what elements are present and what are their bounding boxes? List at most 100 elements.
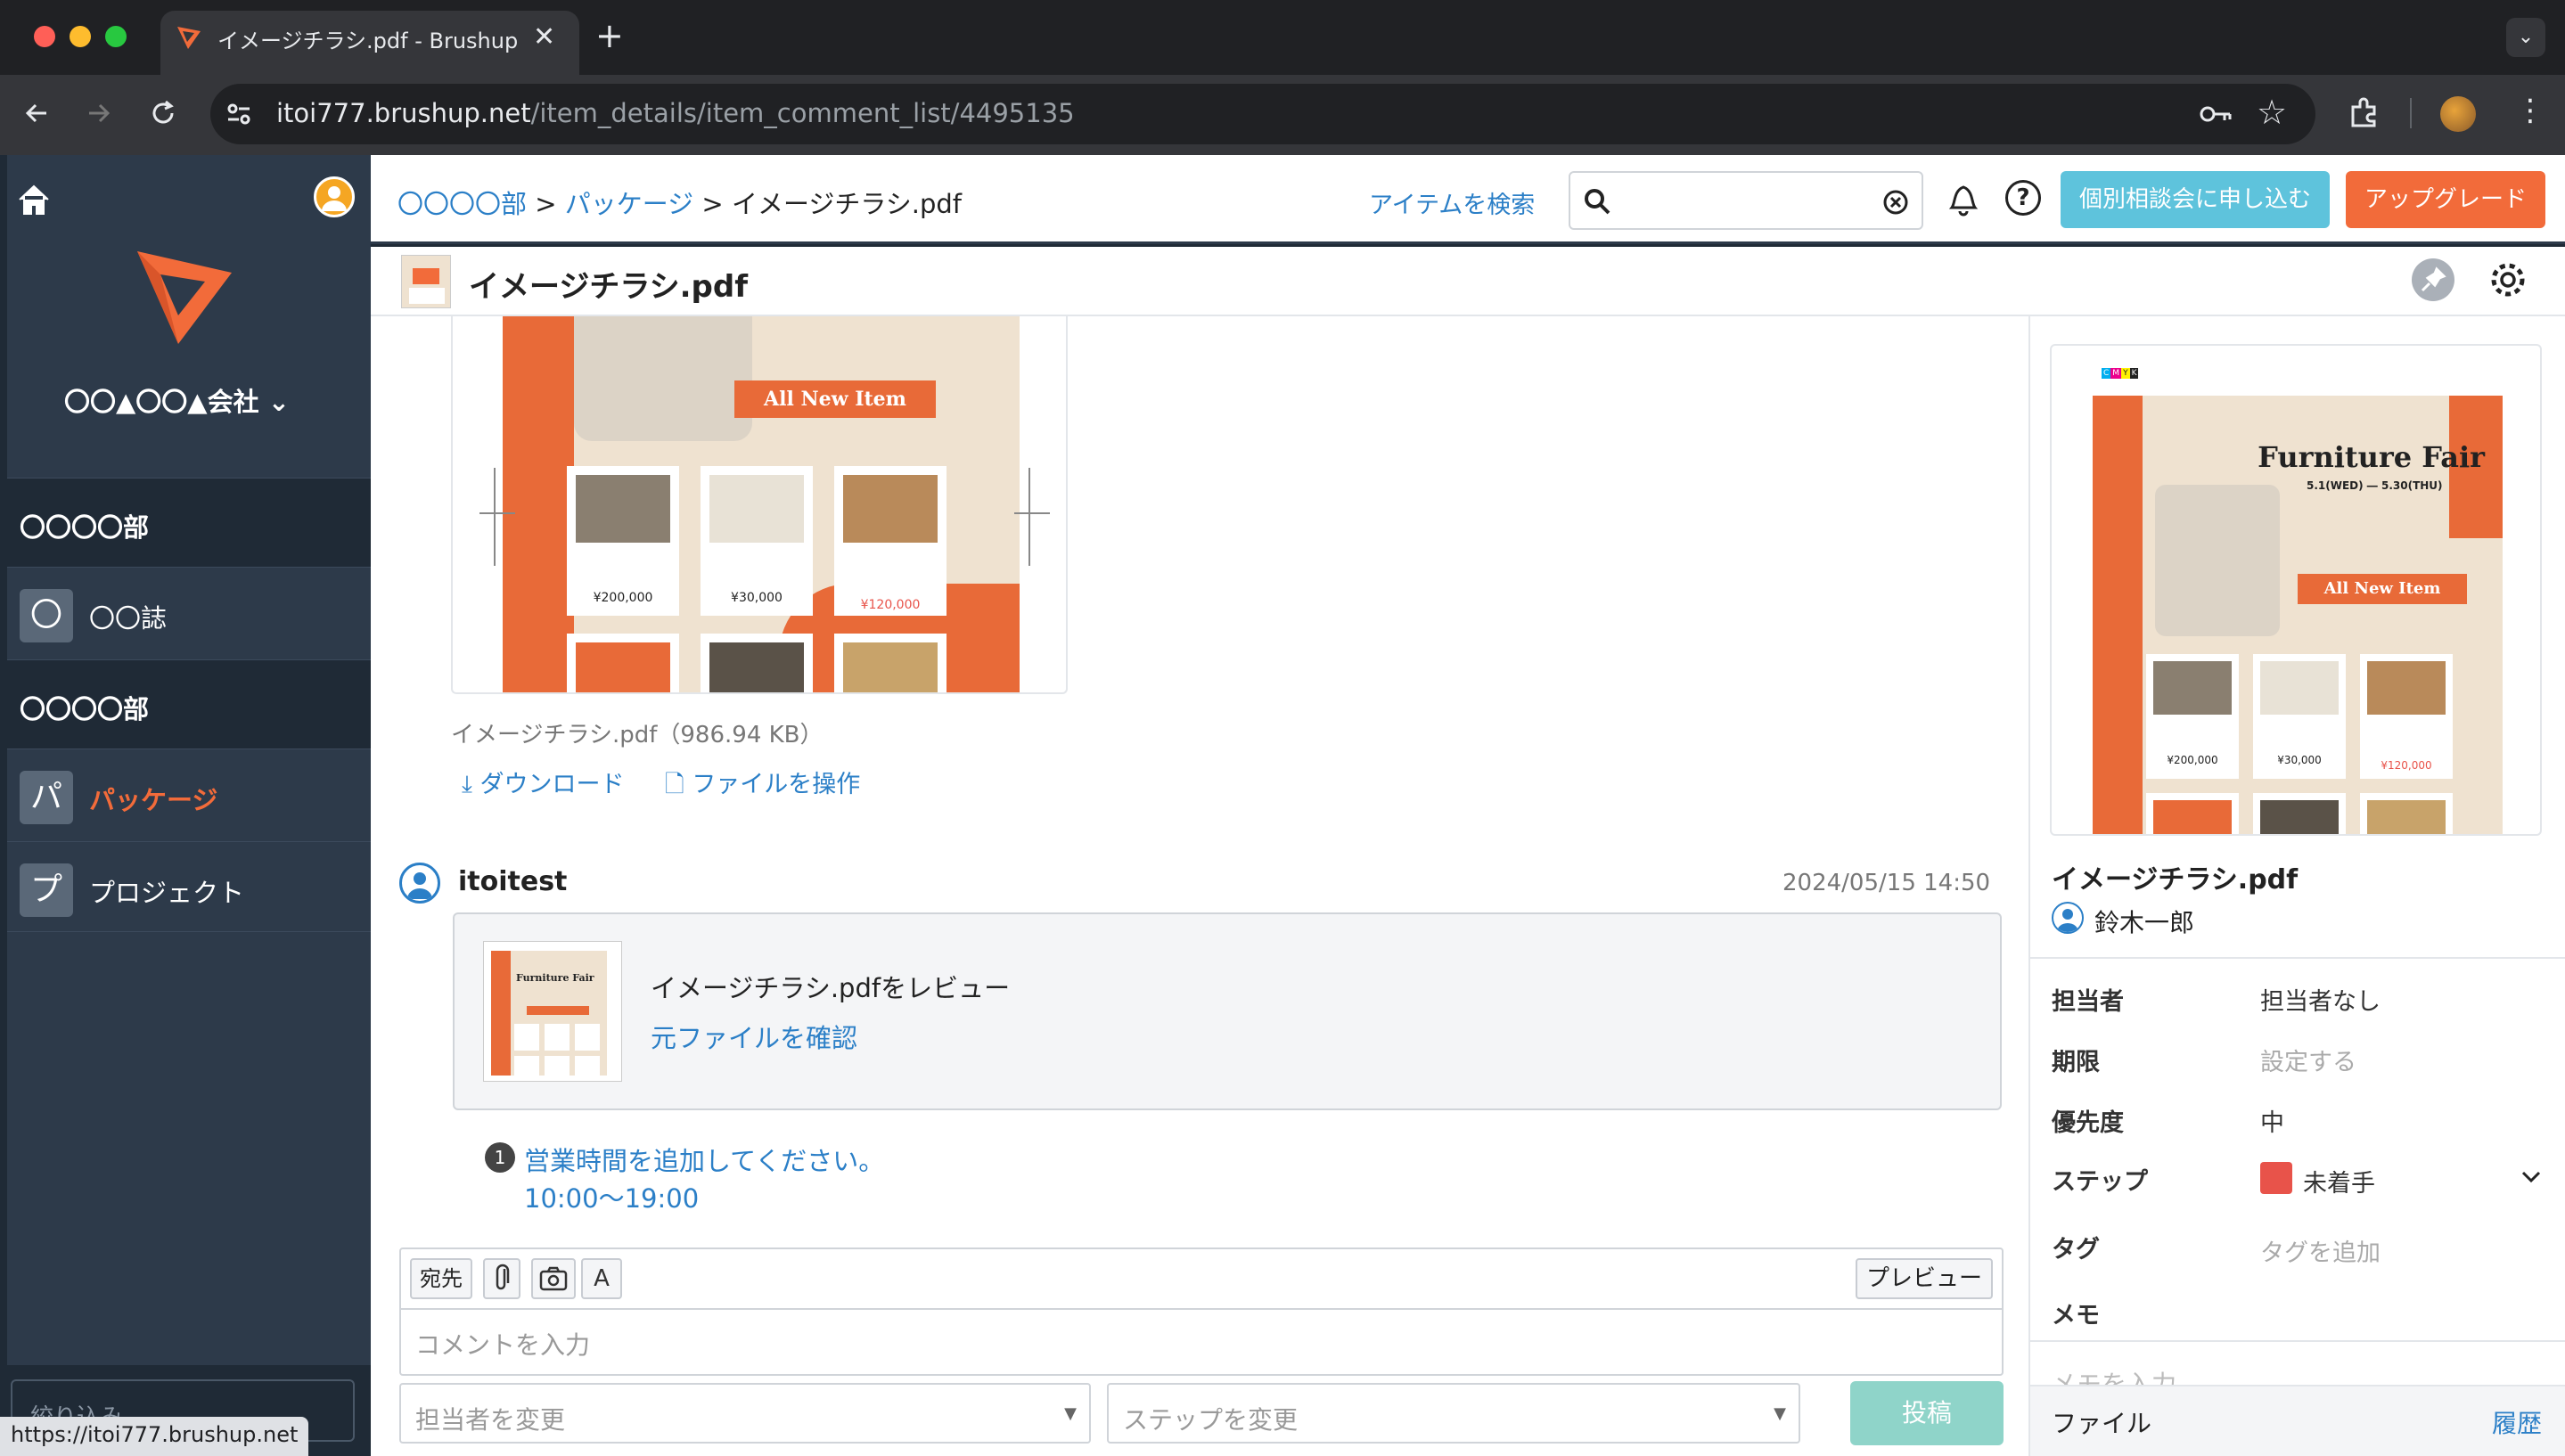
profile-avatar[interactable] xyxy=(2440,96,2476,132)
breadcrumb-current: イメージチラシ.pdf xyxy=(731,189,963,219)
file-operate-link[interactable]: 🗋 ファイルを操作 xyxy=(665,765,860,808)
file-icon: 🗋 xyxy=(665,771,684,798)
flyer-product-card: ¥120,000 xyxy=(834,466,947,616)
view-original-link[interactable]: 元ファイルを確認 xyxy=(651,1018,857,1055)
flyer-headline: Furniture Fair xyxy=(2258,440,2485,474)
assignee-value[interactable]: 担当者なし xyxy=(2260,982,2381,1017)
bookmark-star-icon[interactable]: ☆ xyxy=(2257,93,2287,132)
tab-close-icon[interactable]: ✕ xyxy=(533,21,555,53)
step-color-swatch xyxy=(2260,1162,2292,1194)
step-select[interactable]: ステップを変更 ▼ xyxy=(1107,1383,1800,1444)
flyer-banner: All New Item xyxy=(734,380,936,418)
download-label: ダウンロード xyxy=(479,771,625,798)
help-icon[interactable]: ? xyxy=(2005,180,2041,216)
assignee-select[interactable]: 担当者を変更 ▼ xyxy=(399,1383,1091,1444)
step-value[interactable]: 未着手 xyxy=(2303,1164,2375,1198)
search-input[interactable] xyxy=(1569,171,1923,230)
notification-bell-icon[interactable] xyxy=(1945,178,1982,219)
window-maximize-button[interactable] xyxy=(105,26,127,47)
flyer-product-card: ¥30,000 xyxy=(701,466,813,616)
page-title: イメージチラシ.pdf xyxy=(469,269,749,305)
composer-divider xyxy=(399,1308,2004,1310)
sidebar-section-1[interactable]: 〇〇〇〇部 xyxy=(7,478,371,567)
tab-search-chevron-icon[interactable]: ⌄ xyxy=(2506,18,2545,57)
user-avatar[interactable] xyxy=(314,176,355,217)
sidebar-item-label: プロジェクト xyxy=(89,878,245,908)
comment-username: itoitest xyxy=(458,866,568,897)
settings-gear-icon[interactable] xyxy=(2487,258,2529,301)
file-preview[interactable]: All New Item ¥200,000 ¥30,000 ¥120,000 xyxy=(451,316,1068,694)
priority-value[interactable]: 中 xyxy=(2260,1103,2284,1138)
due-date-label: 期限 xyxy=(2052,1049,2100,1076)
history-link[interactable]: 履歴 xyxy=(2492,1404,2542,1440)
breadcrumb-separator: > xyxy=(701,189,724,219)
site-settings-icon[interactable] xyxy=(223,98,255,130)
annotation-text-line2[interactable]: 10:00〜19:00 xyxy=(524,1178,699,1215)
due-date-value[interactable]: 設定する xyxy=(2260,1043,2356,1077)
post-button[interactable]: 投稿 xyxy=(1850,1381,2004,1445)
comment-timestamp: 2024/05/15 14:50 xyxy=(1782,870,1991,896)
extensions-icon[interactable] xyxy=(2348,96,2381,130)
window-minimize-button[interactable] xyxy=(70,26,91,47)
company-switcher[interactable]: 〇〇▲〇〇▲会社 ⌄ xyxy=(64,381,290,419)
sidebar-item-magazine[interactable]: 〇 〇〇誌 xyxy=(7,567,371,658)
text-format-button[interactable]: A xyxy=(581,1258,622,1299)
sidebar-item-package[interactable]: パ パッケージ xyxy=(7,748,371,839)
attach-file-button[interactable] xyxy=(483,1258,520,1299)
flyer-price: ¥120,000 xyxy=(860,598,921,612)
cmyk-c: C xyxy=(2102,368,2111,379)
project-icon: プ xyxy=(20,863,73,917)
comment-card-thumbnail[interactable]: Furniture Fair xyxy=(483,941,622,1082)
annotation-text-line1[interactable]: 営業時間を追加してください。 xyxy=(524,1141,884,1178)
preview-button[interactable]: プレビュー xyxy=(1856,1258,1993,1299)
comment-user-avatar xyxy=(399,863,440,904)
comment-input[interactable]: コメントを入力 xyxy=(415,1326,590,1362)
cmyk-y: Y xyxy=(2121,368,2130,379)
password-key-icon[interactable] xyxy=(2198,98,2233,130)
sidebar-section-2[interactable]: 〇〇〇〇部 xyxy=(7,659,371,748)
download-icon: ⤓ xyxy=(462,771,472,798)
new-tab-icon[interactable]: + xyxy=(595,16,624,55)
upgrade-button[interactable]: アップグレード xyxy=(2346,171,2545,228)
brushup-logo-icon xyxy=(134,248,235,348)
url-text[interactable]: itoi777.brushup.net/item_details/item_co… xyxy=(276,98,1075,128)
breadcrumb-package[interactable]: パッケージ xyxy=(565,189,693,219)
sidebar-section-label: 〇〇〇〇部 xyxy=(20,512,150,543)
reload-icon[interactable] xyxy=(146,96,180,130)
camera-icon xyxy=(539,1266,568,1291)
back-icon[interactable] xyxy=(20,96,53,130)
screenshot-button[interactable] xyxy=(531,1258,576,1299)
download-link[interactable]: ⤓ ダウンロード xyxy=(462,765,625,799)
sidebar-item-label: パッケージ xyxy=(89,785,218,815)
window-close-button[interactable] xyxy=(34,26,55,47)
mention-to-button[interactable]: 宛先 xyxy=(410,1258,472,1299)
cmyk-k: K xyxy=(2129,368,2139,379)
flyer-banner-large: All New Item xyxy=(2298,574,2467,604)
file-name-size: イメージチラシ.pdf（986.94 KB） xyxy=(451,722,824,748)
sidebar-item-project[interactable]: プ プロジェクト xyxy=(7,841,371,932)
add-tag-input[interactable]: タグを追加 xyxy=(2260,1233,2381,1268)
memo-placeholder: メモを入力 xyxy=(2052,1370,2177,1385)
chrome-menu-icon[interactable]: ⋮ xyxy=(2515,93,2545,128)
memo-divider xyxy=(2030,1340,2565,1342)
breadcrumb-dept[interactable]: 〇〇〇〇部 xyxy=(397,189,527,219)
consult-button[interactable]: 個別相談会に申し込む xyxy=(2061,171,2330,228)
forward-icon[interactable] xyxy=(82,96,116,130)
comment-composer xyxy=(399,1247,2004,1376)
step-label: ステップ xyxy=(2052,1168,2148,1196)
home-icon[interactable] xyxy=(16,182,52,217)
flyer-image: All New Item ¥200,000 ¥30,000 ¥120,000 xyxy=(503,316,1020,692)
assignee-select-label: 担当者を変更 xyxy=(415,1405,566,1435)
panel-owner-name: 鈴木一郎 xyxy=(2094,908,2195,937)
flyer-price-large: ¥120,000 xyxy=(2381,759,2432,772)
annotation-number-badge[interactable]: 1 xyxy=(485,1142,515,1173)
pin-icon[interactable] xyxy=(2412,258,2454,301)
right-preview[interactable]: Furniture Fair 5.1(WED) ― 5.30(THU) All … xyxy=(2050,344,2542,836)
priority-label: 優先度 xyxy=(2052,1109,2124,1137)
memo-input[interactable]: メモを入力 xyxy=(2052,1362,2551,1385)
item-search-link[interactable]: アイテムを検索 xyxy=(1369,185,1535,220)
item-thumbnail xyxy=(401,255,451,308)
step-chevron-down-icon[interactable] xyxy=(2519,1158,2544,1194)
comment-card-text: イメージチラシ.pdfをレビュー xyxy=(651,973,1011,1003)
clear-search-icon[interactable] xyxy=(1882,189,1909,216)
